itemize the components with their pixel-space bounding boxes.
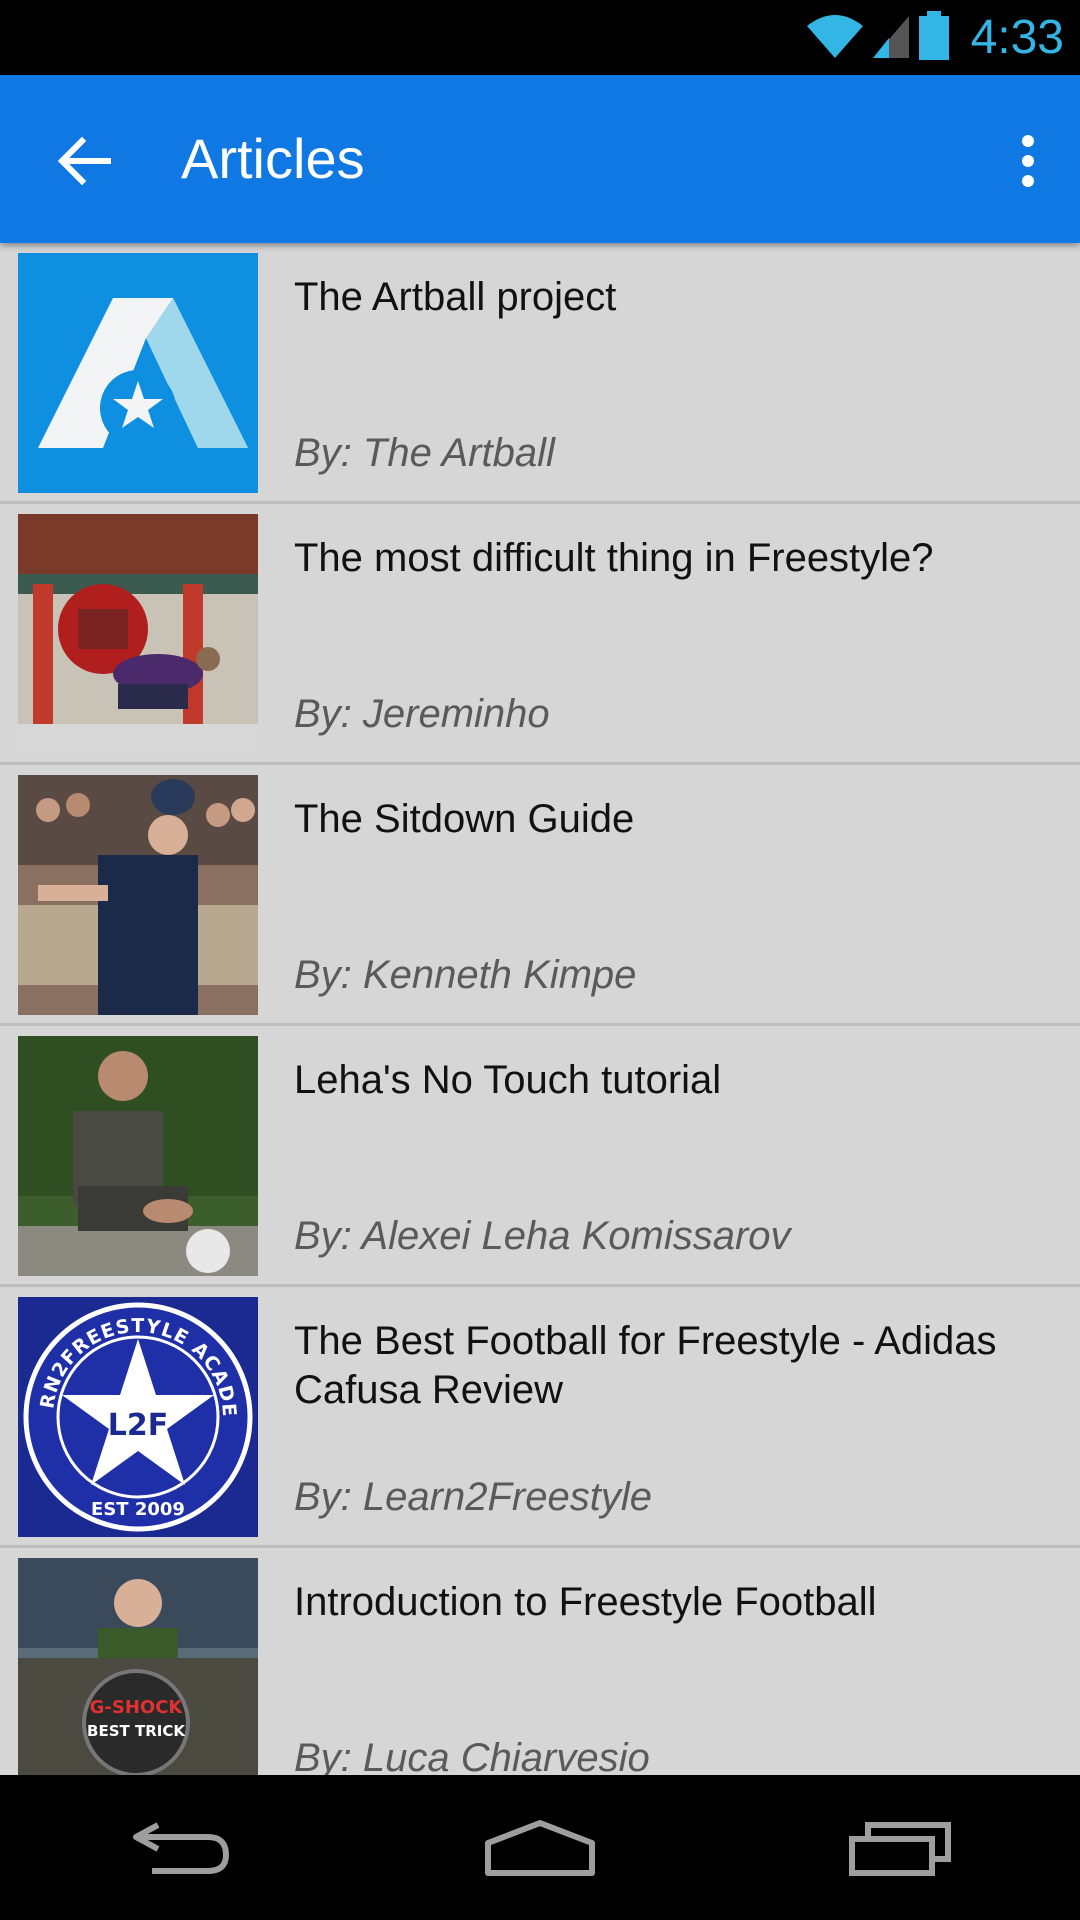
back-nav-icon: [133, 1821, 229, 1874]
cell-signal-icon: [871, 12, 911, 64]
list-item[interactable]: The Artball project By: The Artball: [0, 243, 1080, 504]
article-title: The Sitdown Guide: [294, 797, 635, 841]
artball-logo-icon: [18, 253, 258, 493]
list-item[interactable]: The Sitdown Guide By: Kenneth Kimpe: [0, 765, 1080, 1026]
photo-freestyler-temple-icon: [18, 514, 258, 754]
article-author: By: Luca Chiarvesio: [294, 1736, 650, 1775]
nav-back-button[interactable]: [105, 1798, 255, 1898]
battery-icon: [917, 10, 951, 65]
article-title: The Best Football for Freestyle - Adidas…: [294, 1319, 997, 1412]
navigation-bar: [0, 1775, 1080, 1920]
article-list[interactable]: The Artball project By: The Artball The …: [0, 243, 1080, 1775]
nav-home-button[interactable]: [465, 1798, 615, 1898]
article-thumbnail: [18, 1036, 258, 1276]
article-thumbnail: LEARN2FREESTYLE ACADEMY L2F EST 2009: [18, 1297, 258, 1537]
article-author: By: Kenneth Kimpe: [294, 953, 637, 997]
arrow-back-icon: [57, 136, 111, 186]
article-author: By: Alexei Leha Komissarov: [294, 1214, 791, 1258]
wifi-icon: [805, 12, 865, 64]
banner-line2: BEST TRICK: [87, 1722, 186, 1740]
recents-nav-icon: [849, 1821, 951, 1876]
photo-freestyler-crowd-icon: [18, 775, 258, 1015]
article-thumbnail: [18, 514, 258, 754]
article-title: The most difficult thing in Freestyle?: [294, 536, 934, 580]
article-title: The Artball project: [294, 275, 617, 319]
article-title: Leha's No Touch tutorial: [294, 1058, 722, 1102]
nav-recents-button[interactable]: [825, 1798, 975, 1898]
overflow-menu-button[interactable]: [998, 119, 1058, 203]
badge-est: EST 2009: [91, 1499, 185, 1520]
list-item[interactable]: G-SHOCK BEST TRICK Introduction to Frees…: [0, 1548, 1080, 1775]
list-item[interactable]: The most difficult thing in Freestyle? B…: [0, 504, 1080, 765]
photo-gshock-best-trick-icon: G-SHOCK BEST TRICK: [18, 1558, 258, 1775]
article-thumbnail: G-SHOCK BEST TRICK: [18, 1558, 258, 1775]
learn2freestyle-badge-icon: LEARN2FREESTYLE ACADEMY L2F EST 2009: [18, 1297, 258, 1537]
app-bar: Articles: [0, 75, 1080, 243]
status-time: 4:33: [970, 11, 1064, 64]
banner-line1: G-SHOCK: [90, 1697, 184, 1718]
list-item[interactable]: LEARN2FREESTYLE ACADEMY L2F EST 2009 The…: [0, 1287, 1080, 1548]
article-author: By: Learn2Freestyle: [294, 1475, 652, 1519]
back-button[interactable]: [42, 119, 126, 203]
article-title: Introduction to Freestyle Football: [294, 1580, 877, 1624]
article-author: By: Jereminho: [294, 692, 550, 736]
article-thumbnail: [18, 253, 258, 493]
article-thumbnail: [18, 775, 258, 1015]
photo-player-sitting-icon: [18, 1036, 258, 1276]
list-item[interactable]: Leha's No Touch tutorial By: Alexei Leha…: [0, 1026, 1080, 1287]
badge-monogram: L2F: [108, 1408, 168, 1443]
home-nav-icon: [485, 1819, 595, 1876]
status-bar: 4:33: [0, 0, 1080, 75]
status-icons: 4:33: [805, 0, 1064, 75]
article-author: By: The Artball: [294, 431, 555, 475]
page-title: Articles: [181, 127, 365, 190]
overflow-menu-icon: [1022, 135, 1034, 187]
